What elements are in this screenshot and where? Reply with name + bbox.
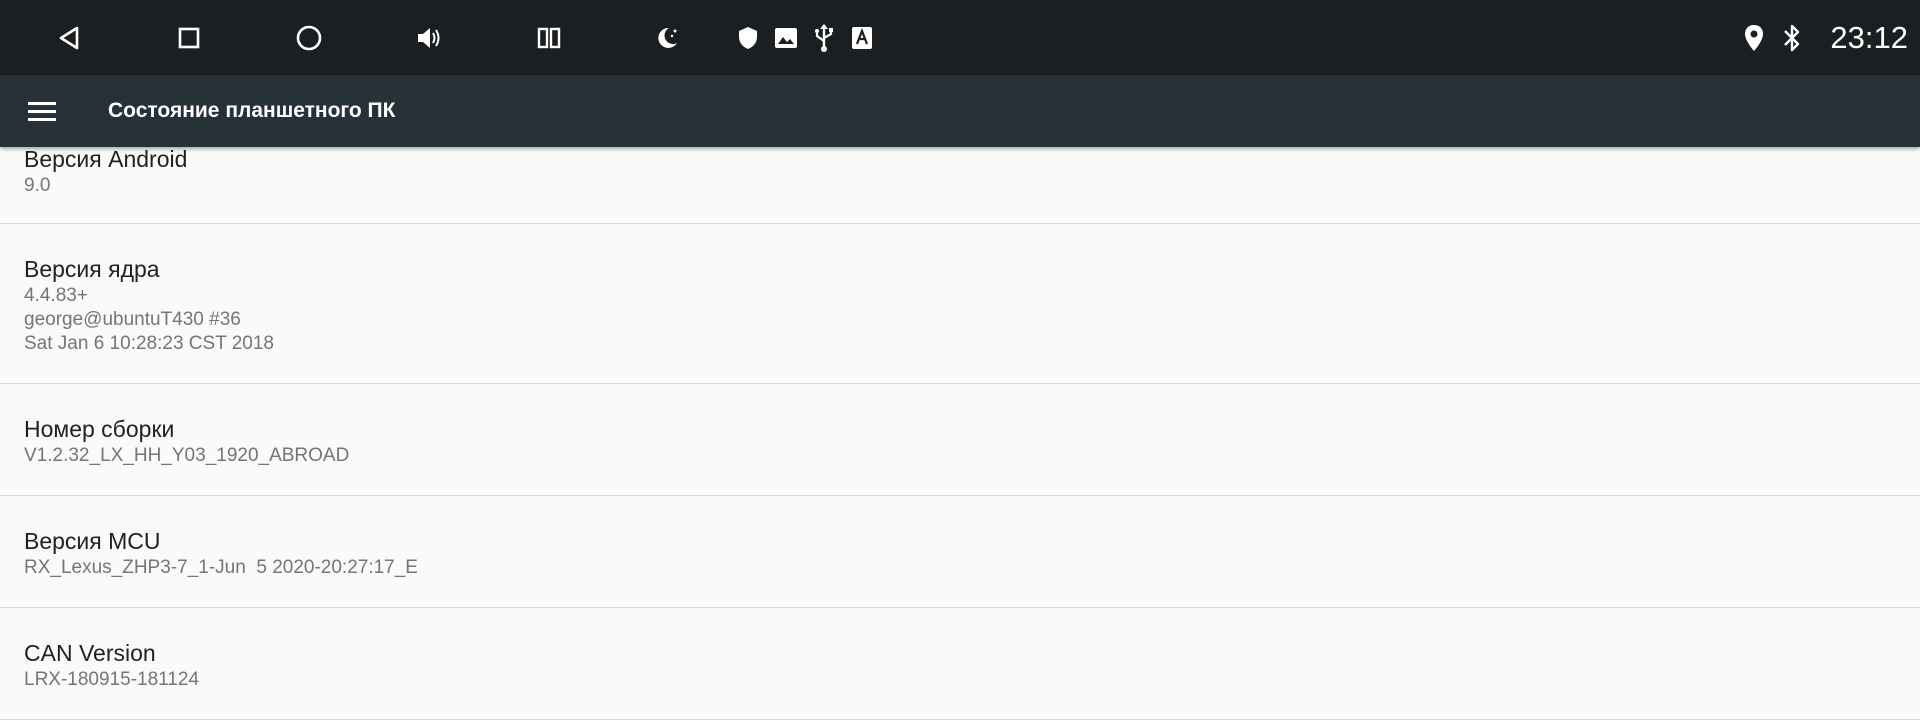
list-item-build-number[interactable]: Номер сборки V1.2.32_LX_HH_Y03_1920_ABRO… [0, 384, 1920, 496]
item-value: LRX-180915-181124 [24, 669, 200, 690]
back-icon[interactable] [45, 0, 93, 75]
home-icon[interactable] [285, 0, 333, 75]
status-time: 23:12 [1830, 20, 1908, 55]
item-value: 9.0 [24, 175, 51, 196]
list-item-kernel-version[interactable]: Версия ядра 4.4.83+ george@ubuntuT430 #3… [0, 224, 1920, 384]
hamburger-menu-icon[interactable] [12, 75, 72, 147]
text-a-icon [838, 0, 886, 75]
volume-icon[interactable] [405, 0, 453, 75]
list-item-mcu-version[interactable]: Версия MCU RX_Lexus_ZHP3-7_1-Jun 5 2020-… [0, 496, 1920, 608]
night-mode-icon[interactable] [643, 0, 691, 75]
item-title: Версия ядра [24, 256, 160, 282]
split-screen-icon[interactable] [525, 0, 573, 75]
settings-list[interactable]: Версия Android 9.0 Версия ядра 4.4.83+ g… [0, 147, 1920, 720]
item-value: V1.2.32_LX_HH_Y03_1920_ABROAD [24, 445, 350, 466]
item-title: Версия MCU [24, 528, 161, 554]
recents-icon[interactable] [165, 0, 213, 75]
status-bar: 23:12 [0, 0, 1920, 75]
item-title: CAN Version [24, 640, 156, 666]
list-item-android-version[interactable]: Версия Android 9.0 [0, 147, 1920, 224]
page-title: Состояние планшетного ПК [108, 99, 396, 122]
app-bar: Состояние планшетного ПК [0, 75, 1920, 147]
item-title: Номер сборки [24, 416, 175, 442]
bluetooth-icon [1768, 0, 1816, 75]
list-item-can-version[interactable]: CAN Version LRX-180915-181124 [0, 608, 1920, 720]
item-value: 4.4.83+ george@ubuntuT430 #36 Sat Jan 6 … [24, 285, 274, 354]
item-title: Версия Android [24, 147, 188, 172]
item-value: RX_Lexus_ZHP3-7_1-Jun 5 2020-20:27:17_E [24, 557, 418, 578]
